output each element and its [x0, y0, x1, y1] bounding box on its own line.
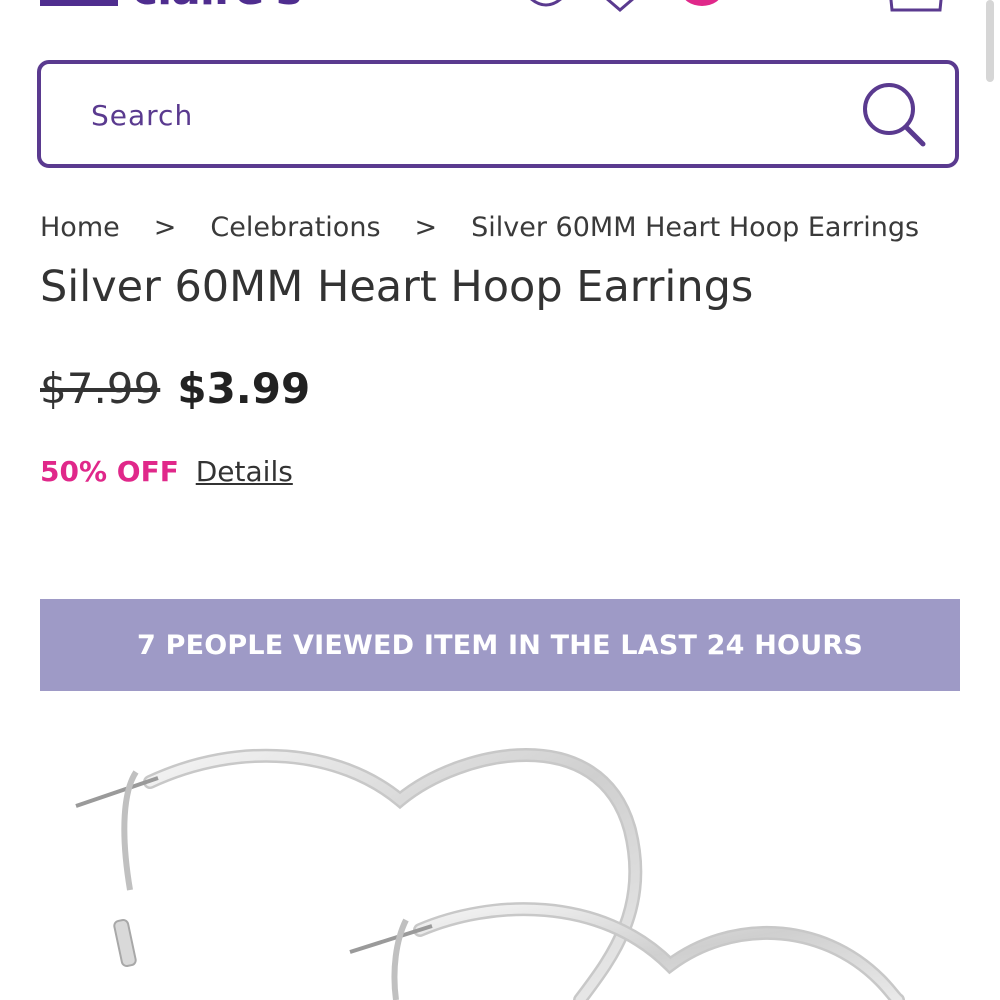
site-header: claire's [0, 0, 1000, 82]
search-box[interactable] [37, 60, 959, 168]
account-shield-icon[interactable] [528, 0, 564, 14]
breadcrumb-current: Silver 60MM Heart Hoop Earrings [471, 212, 920, 243]
search-input[interactable] [89, 92, 813, 138]
breadcrumb: Home > Celebrations > Silver 60MM Heart Hoop… [40, 212, 919, 243]
location-pin-icon[interactable] [602, 0, 638, 14]
shopping-bag-icon[interactable] [886, 0, 946, 14]
product-image[interactable] [40, 720, 960, 1000]
breadcrumb-separator: > [153, 212, 177, 243]
price-row: $7.99 $3.99 [40, 364, 310, 413]
sale-price: $3.99 [177, 364, 311, 413]
viewed-count-banner: 7 PEOPLE VIEWED ITEM IN THE LAST 24 HOUR… [40, 599, 960, 691]
discount-label: 50% OFF [40, 455, 179, 488]
search-icon[interactable] [857, 78, 929, 150]
earring-back-icon [75, 748, 643, 1000]
breadcrumb-celebrations[interactable]: Celebrations [210, 212, 380, 243]
original-price: $7.99 [40, 364, 161, 413]
promo-row: 50% OFF Details [40, 455, 293, 488]
brand-logo[interactable]: claire's [132, 0, 302, 12]
menu-icon[interactable] [40, 0, 118, 6]
details-link[interactable]: Details [196, 455, 293, 488]
notification-dot-icon[interactable] [680, 0, 724, 10]
breadcrumb-separator: > [414, 212, 438, 243]
page-scrollbar[interactable] [986, 0, 994, 82]
breadcrumb-home[interactable]: Home [40, 212, 120, 243]
product-title: Silver 60MM Heart Hoop Earrings [40, 262, 754, 312]
